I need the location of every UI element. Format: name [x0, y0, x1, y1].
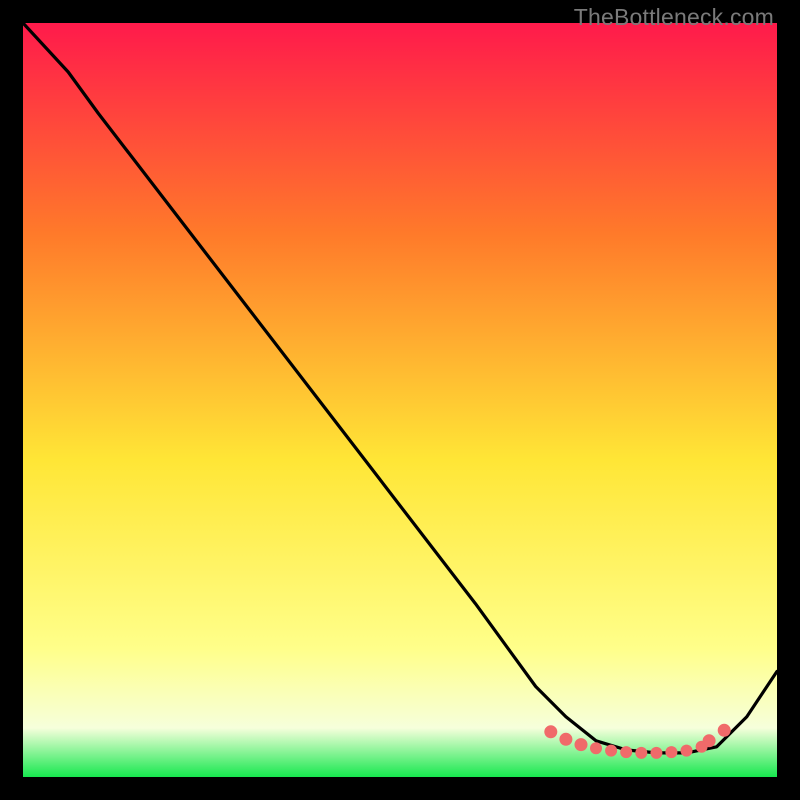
highlight-dot: [665, 746, 677, 758]
highlight-dot: [559, 733, 572, 746]
watermark-text: TheBottleneck.com: [574, 4, 774, 31]
highlight-dot: [544, 725, 557, 738]
highlight-dot: [590, 742, 602, 754]
highlight-dot: [703, 734, 716, 747]
highlight-dot: [650, 747, 662, 759]
bottleneck-chart: [23, 23, 777, 777]
highlight-dot: [681, 745, 693, 757]
highlight-dot: [575, 738, 588, 751]
highlight-dot: [605, 745, 617, 757]
highlight-dot: [620, 746, 632, 758]
chart-frame: [23, 23, 777, 777]
highlight-dot: [635, 747, 647, 759]
highlight-dot: [718, 724, 731, 737]
gradient-background: [23, 23, 777, 777]
